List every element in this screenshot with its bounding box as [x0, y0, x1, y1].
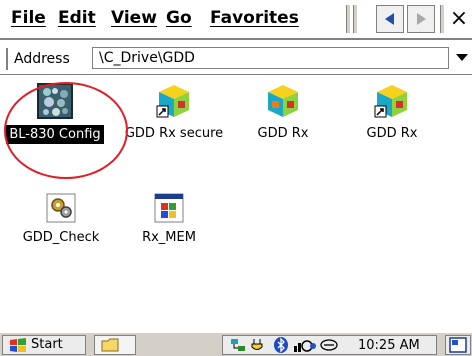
taskbar: Start 10:25 AM [0, 332, 472, 356]
file-label: GDD Rx [366, 126, 418, 141]
show-desktop-button[interactable] [445, 335, 471, 355]
file-item-gdd-rx-secure[interactable]: GDD Rx secure [119, 83, 229, 142]
close-button[interactable]: × [446, 5, 472, 33]
clock[interactable]: 10:25 AM [358, 337, 420, 355]
file-item-bl830-config[interactable]: BL-830 Config [0, 83, 110, 144]
back-arrow-icon [385, 13, 394, 25]
gdd-shortcut-icon [374, 83, 410, 119]
file-label: BL-830 Config [6, 125, 104, 144]
address-dropdown-button[interactable] [452, 47, 472, 69]
menu-view[interactable]: View [111, 7, 157, 29]
address-input[interactable]: \C_Drive\GDD [92, 47, 449, 69]
menu-separator [440, 5, 445, 33]
system-tray: 10:25 AM [222, 335, 437, 355]
file-list: BL-830 Config GDD Rx secure GDD Rx GDD R… [0, 75, 472, 305]
forward-button[interactable] [407, 5, 435, 33]
folder-icon [101, 338, 119, 352]
file-label: GDD Rx secure [124, 126, 224, 141]
gdd-shortcut-icon [156, 83, 192, 119]
menu-bar: File Edit View Go Favorites × [0, 0, 472, 40]
file-item-gdd-check[interactable]: GDD_Check [6, 193, 116, 246]
power-plug-icon[interactable] [251, 337, 269, 353]
menu-favorites[interactable]: Favorites [210, 7, 299, 29]
file-item-rx-mem[interactable]: Rx_MEM [114, 193, 224, 246]
address-label: Address [14, 51, 70, 67]
desktop-icon [449, 337, 467, 353]
file-label: Rx_MEM [142, 230, 196, 245]
toolbar-grip [6, 48, 12, 70]
back-button[interactable] [376, 5, 404, 33]
chevron-down-icon [456, 54, 468, 61]
bluetooth-icon[interactable] [273, 337, 289, 353]
windows-flag-icon [10, 338, 26, 352]
file-item-gdd-rx[interactable]: GDD Rx [228, 83, 338, 142]
start-button[interactable]: Start [2, 335, 86, 355]
taskbar-explorer-button[interactable] [94, 335, 136, 355]
menu-file[interactable]: File [11, 7, 46, 29]
address-bar: Address \C_Drive\GDD [0, 44, 472, 75]
menu-separator [353, 5, 358, 33]
connection-status-icon[interactable] [319, 337, 339, 353]
gears-icon [46, 193, 76, 223]
menu-edit[interactable]: Edit [58, 7, 96, 29]
file-label: GDD_Check [22, 230, 100, 245]
network-icon[interactable] [229, 337, 247, 353]
config-exe-icon [37, 83, 73, 119]
file-item-gdd-rx-shortcut[interactable]: GDD Rx [337, 83, 447, 142]
menu-go[interactable]: Go [166, 7, 192, 29]
menu-separator [346, 5, 351, 33]
windows-app-icon [154, 193, 184, 223]
file-label: GDD Rx [257, 126, 309, 141]
start-label: Start [31, 337, 63, 352]
signal-strength-icon[interactable] [293, 337, 317, 353]
gdd-app-icon [265, 83, 301, 119]
forward-arrow-icon [417, 13, 426, 25]
